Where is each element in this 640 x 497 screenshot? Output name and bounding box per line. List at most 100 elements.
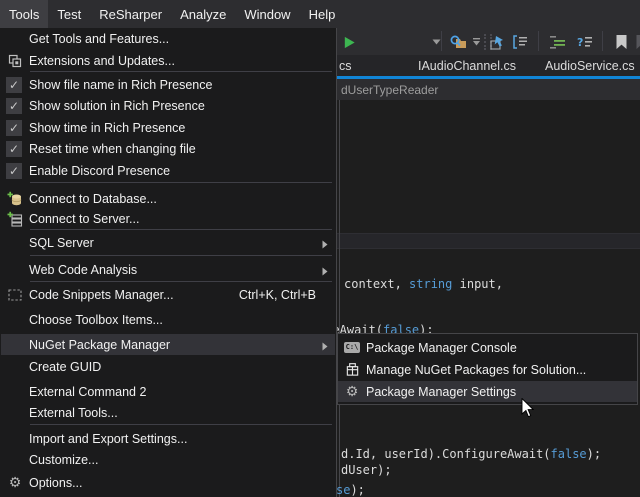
code-line-l5: se); [336,484,365,497]
menu-separator [30,424,332,425]
menu-item-label: Reset time when changing file [29,142,335,156]
menu-item-manage-nuget-packages-for-solution[interactable]: Manage NuGet Packages for Solution... [338,359,637,380]
menu-item-label: Choose Toolbox Items... [29,313,335,327]
menu-item-show-time-in-rich-presence[interactable]: ✓ Show time in Rich Presence [1,117,335,138]
bookmark-icon[interactable] [612,33,630,51]
menu-item-label: Manage NuGet Packages for Solution... [366,363,637,377]
config-dropdown-icon[interactable] [427,33,445,51]
menu-item-package-manager-console[interactable]: C:\Package Manager Console [338,337,637,358]
icon-slot-empty [1,381,29,402]
code-editor[interactable] [337,100,640,497]
menu-item-extensions-and-updates[interactable]: Extensions and Updates... [1,50,335,71]
bookmark-disabled-icon[interactable] [632,33,640,51]
checkmark-icon: ✓ [6,77,22,93]
toolbar-separator [602,31,603,51]
menu-item-label: Package Manager Console [366,341,637,355]
search-folder-icon[interactable] [449,33,467,51]
menubar-item-analyze[interactable]: Analyze [171,0,235,28]
menu-item-show-solution-in-rich-presence[interactable]: ✓Show solution in Rich Presence [1,95,335,116]
menu-item-sql-server[interactable]: SQL Server [1,232,335,253]
menu-item-label: SQL Server [29,236,335,250]
menu-separator [30,182,332,183]
code-segment: false [551,447,587,461]
menu-item-shortcut: Ctrl+K, Ctrl+B [239,288,316,302]
code-segment: context, [344,277,409,291]
menu-item-web-code-analysis[interactable]: Web Code Analysis [1,259,335,280]
menu-separator [30,71,332,72]
tab-iaudiochannel-cs[interactable]: IAudioChannel.cs [418,55,516,76]
menubar-item-help[interactable]: Help [300,0,345,28]
menu-separator [30,281,332,282]
icon-slot-empty [1,334,29,355]
menu-item-customize[interactable]: Customize... [1,449,335,470]
indent-lines-icon[interactable] [548,33,566,51]
package-icon [338,359,366,380]
menu-bar: ToolsTestReSharperAnalyzeWindowHelp [0,0,640,28]
menu-item-import-and-export-settings[interactable]: Import and Export Settings... [1,428,335,449]
visual-studio-window: ToolsTestReSharperAnalyzeWindowHelp DNet… [0,0,640,497]
menu-item-external-tools[interactable]: External Tools... [1,402,335,423]
navigation-bar-member[interactable]: dUserTypeReader [337,83,438,97]
icon-slot-empty [1,428,29,449]
menu-item-nuget-package-manager[interactable]: NuGet Package Manager [1,334,335,355]
toolbar: DNetDebug ? [337,28,640,55]
menubar-item-test[interactable]: Test [48,0,90,28]
menu-item-label: Show file name in Rich Presence [29,78,335,92]
menu-item-label: Customize... [29,453,335,467]
menu-item-label: External Tools... [29,406,335,420]
menu-separator [30,255,332,256]
code-segment: input, [452,277,503,291]
menu-item-label: Create GUID [29,360,335,374]
check-slot: ✓ [1,117,29,138]
menu-item-reset-time-when-changing-file[interactable]: ✓Reset time when changing file [1,138,335,159]
menu-item-label: Package Manager Settings [366,385,637,399]
comment-question-icon[interactable]: ? [575,33,593,51]
menu-item-choose-toolbox-items[interactable]: Choose Toolbox Items... [1,309,335,330]
menu-item-show-file-name-in-rich-presence[interactable]: ✓ Show file name in Rich Presence [1,74,335,95]
check-slot: ✓ [1,74,29,95]
menu-item-label: Get Tools and Features... [29,32,335,46]
code-segment: ); [587,447,601,461]
menu-item-connect-to-database[interactable]: Connect to Database... [1,188,335,209]
menu-item-label: Options... [29,476,335,490]
menu-item-label: Show time in Rich Presence [29,121,335,135]
editor-line-band [337,233,640,249]
menu-item-code-snippets-manager[interactable]: Code Snippets Manager...Ctrl+K, Ctrl+B [1,284,335,305]
tab-cs[interactable]: cs [339,55,352,76]
gear-icon: ⚙ [338,381,366,402]
menubar-item-resharper[interactable]: ReSharper [90,0,171,28]
nuget-package-manager-submenu: C:\Package Manager Console Manage NuGet P… [337,333,638,405]
tab-audioservice-cs[interactable]: AudioService.cs [545,55,635,76]
menu-item-create-guid[interactable]: Create GUID [1,356,335,377]
checkmark-icon: ✓ [6,163,22,179]
menu-item-label: Web Code Analysis [29,263,335,277]
code-line-l4: dUser); [341,464,392,477]
mouse-cursor [521,398,535,424]
code-segment: d.Id, userId).ConfigureAwait( [341,447,551,461]
check-slot: ✓ [1,138,29,159]
menu-item-options[interactable]: ⚙Options... [1,472,335,493]
menu-item-external-command-2[interactable]: External Command 2 [1,381,335,402]
icon-slot-empty [1,232,29,253]
code-segment: string [409,277,452,291]
menubar-item-window[interactable]: Window [235,0,299,28]
check-slot: ✓ [1,95,29,116]
editor-navigation-bar[interactable]: dUserTypeReader [337,79,640,100]
menu-item-enable-discord-presence[interactable]: ✓Enable Discord Presence [1,160,335,181]
document-lines-icon[interactable] [511,33,529,51]
code-segment: dUser); [341,463,392,477]
menu-item-connect-to-server[interactable]: Connect to Server... [1,208,335,229]
navigate-back-icon[interactable] [489,33,507,51]
menu-item-package-manager-settings[interactable]: ⚙Package Manager Settings [338,381,637,402]
checkmark-icon: ✓ [6,120,22,136]
run-icon[interactable] [340,33,358,51]
editor-left-guide [339,100,340,497]
document-tab-strip: cs IAudioChannel.cs AudioService.cs [337,55,640,76]
check-slot: ✓ [1,160,29,181]
submenu-arrow-icon [322,265,328,279]
menu-item-label: Connect to Server... [29,212,335,226]
menu-item-get-tools-and-features[interactable]: Get Tools and Features... [1,28,335,49]
console-icon: C:\ [338,337,366,358]
menubar-item-tools[interactable]: Tools [0,0,48,28]
code-line-l1: context, string input, [344,278,503,291]
